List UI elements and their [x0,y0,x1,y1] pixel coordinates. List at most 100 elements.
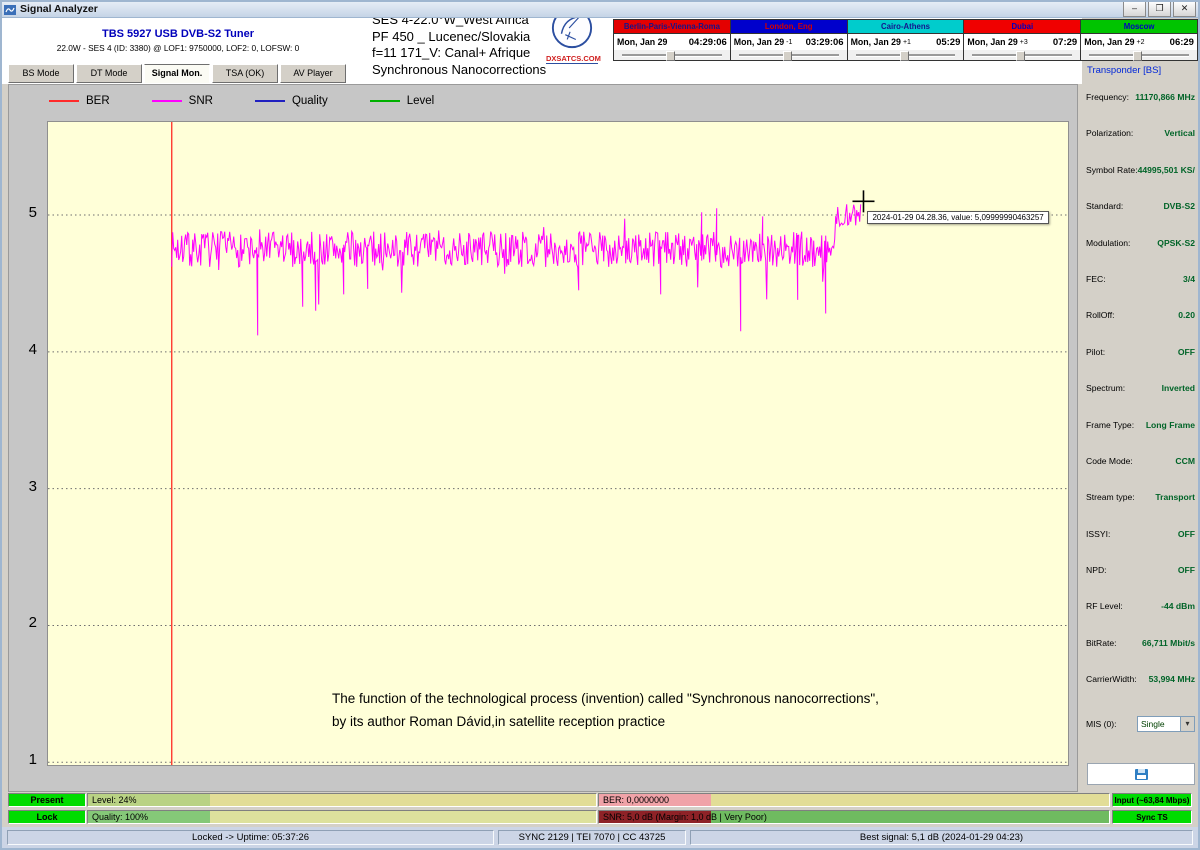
y-tick-4: 4 [15,341,37,358]
status-sync-counts: SYNC 2129 | TEI 7070 | CC 43725 [498,830,686,845]
field-value: 53,994 MHz [1149,674,1195,708]
tab-bs-mode[interactable]: BS Mode [8,64,74,83]
close-button[interactable]: ✕ [1173,1,1196,17]
field-value: 44995,501 KS/s [1138,165,1195,199]
field-label: Pilot: [1086,347,1105,381]
clock-slider[interactable] [1081,50,1197,60]
legend-line-icon [255,100,285,102]
legend-level: Level [370,95,435,107]
tuner-subtitle: 22.0W - SES 4 (ID: 3380) @ LOF1: 9750000… [8,43,348,53]
transponder-panel: Transponder [BS] Frequency:11170,866 MHz… [1082,60,1198,792]
transponder-field-5: FEC:3/4 [1086,272,1195,308]
chart-caption-line1: The function of the technological proces… [332,687,879,710]
field-label: ISSYI: [1086,529,1110,563]
clock-time: 05:29 [936,37,960,48]
tuner-info: TBS 5927 USB DVB-S2 Tuner 22.0W - SES 4 … [8,28,348,53]
field-label: Stream type: [1086,492,1135,526]
ber-bar: BER: 0,0000000 [598,793,1110,807]
chart-legend: BERSNRQualityLevel [49,91,434,111]
transponder-field-14: RF Level:-44 dBm [1086,599,1195,635]
capture-box[interactable] [1087,763,1195,785]
clock-utc-offset: +2 [1137,39,1145,46]
clock-time: 03:29:06 [806,37,844,48]
legend-label: Quality [292,95,328,107]
clock-slider[interactable] [848,50,964,60]
transponder-fields: Frequency:11170,866 MHzPolarization:Vert… [1086,90,1195,709]
field-value: Transport [1155,492,1195,526]
snr-trace [172,204,861,335]
tab-tsa-ok-[interactable]: TSA (OK) [212,64,278,83]
world-clocks: Berlin-Paris-Vienna-RomaMon, Jan 2904:29… [613,19,1198,61]
legend-line-icon [370,100,400,102]
status-bar: Locked -> Uptime: 05:37:26 SYNC 2129 | T… [2,827,1198,848]
field-value: OFF [1178,347,1195,381]
record-ts-icon [1134,768,1149,781]
field-label: Code Mode: [1086,456,1133,490]
field-label: NPD: [1086,565,1107,599]
field-value: 66,711 Mbit/s [1142,638,1195,672]
legend-quality: Quality [255,95,328,107]
clock-date: Mon, Jan 29 [617,37,667,47]
field-label: RF Level: [1086,601,1123,635]
clock-slider[interactable] [964,50,1080,60]
field-value: 11170,866 MHz [1135,92,1195,126]
y-tick-2: 2 [15,614,37,631]
transmission-info: SES 4-22.0°W_West Africa PF 450 _ Lucene… [372,12,546,78]
tab-av-player[interactable]: AV Player [280,64,346,83]
window-controls: – ❐ ✕ [1121,1,1196,17]
legend-label: BER [86,95,110,107]
status-best-signal: Best signal: 5,1 dB (2024-01-29 04:23) [690,830,1193,845]
quality-label: Quality: 100% [92,811,148,823]
mis-select[interactable]: Single ▾ [1137,716,1195,732]
clock-slider[interactable] [614,50,730,60]
value-tooltip: 2024-01-29 04.28.36, value: 5,0999999046… [867,211,1048,224]
maximize-button[interactable]: ❐ [1148,1,1171,17]
tab-signal-mon-[interactable]: Signal Mon. [144,64,210,83]
header-line-2: PF 450 _ Lucenec/Slovakia [372,29,546,46]
field-value: Inverted [1162,383,1195,417]
y-axis-labels: 12345 [9,121,45,768]
clock-city: Moscow [1081,20,1197,34]
clock-datetime: Mon, Jan 29-103:29:06 [731,34,847,50]
field-label: Spectrum: [1086,383,1125,417]
field-label: FEC: [1086,274,1106,308]
clock-utc-offset: +1 [903,39,911,46]
minimize-button[interactable]: – [1123,1,1146,17]
status-row-2: Lock Quality: 100% SNR: 5,0 dB (Margin: … [8,810,1192,824]
logo-text: DXSATCS.COM [546,54,598,64]
y-tick-5: 5 [15,204,37,221]
field-value: CCM [1175,456,1195,490]
status-lock-uptime: Locked -> Uptime: 05:37:26 [7,830,494,845]
clock-slider[interactable] [731,50,847,60]
sync-indicator: Sync TS [1112,810,1192,824]
transponder-field-6: RollOff:0.20 [1086,308,1195,344]
chart-caption: The function of the technological proces… [332,687,879,733]
tab-dt-mode[interactable]: DT Mode [76,64,142,83]
transponder-title: Transponder [BS] [1087,65,1161,76]
header-line-4: Synchronous Nanocorrections [372,62,546,79]
field-value: Vertical [1164,128,1195,162]
snr-bar: SNR: 5,0 dB (Margin: 1,0 dB | Very Poor) [598,810,1110,824]
clock-time: 04:29:06 [689,37,727,48]
plot-area[interactable]: The function of the technological proces… [47,121,1069,766]
titlebar: Signal Analyzer – ❐ ✕ [0,0,1200,18]
clock-utc-offset: +3 [1020,39,1028,46]
clock-5: MoscowMon, Jan 29+206:29 [1080,20,1197,60]
legend-line-icon [152,100,182,102]
field-value: DVB-S2 [1163,201,1195,235]
clock-datetime: Mon, Jan 29+206:29 [1081,34,1197,50]
chart-caption-line2: by its author Roman Dávid,in satellite r… [332,710,879,733]
present-indicator: Present [8,793,86,807]
transponder-field-0: Frequency:11170,866 MHz [1086,90,1195,126]
transponder-field-1: Polarization:Vertical [1086,126,1195,162]
field-value: 0.20 [1178,310,1195,344]
y-tick-1: 1 [15,751,37,768]
clock-datetime: Mon, Jan 29 04:29:06 [614,34,730,50]
input-indicator: Input (~63,84 Mbps) [1112,793,1192,807]
legend-line-icon [49,100,79,102]
level-label: Level: 24% [92,794,137,806]
status-row-1: Present Level: 24% BER: 0,0000000 Input … [8,793,1192,807]
field-label: Frequency: [1086,92,1129,126]
mis-row: MIS (0): Single ▾ [1086,716,1195,732]
clock-date: Mon, Jan 29 [967,37,1017,47]
